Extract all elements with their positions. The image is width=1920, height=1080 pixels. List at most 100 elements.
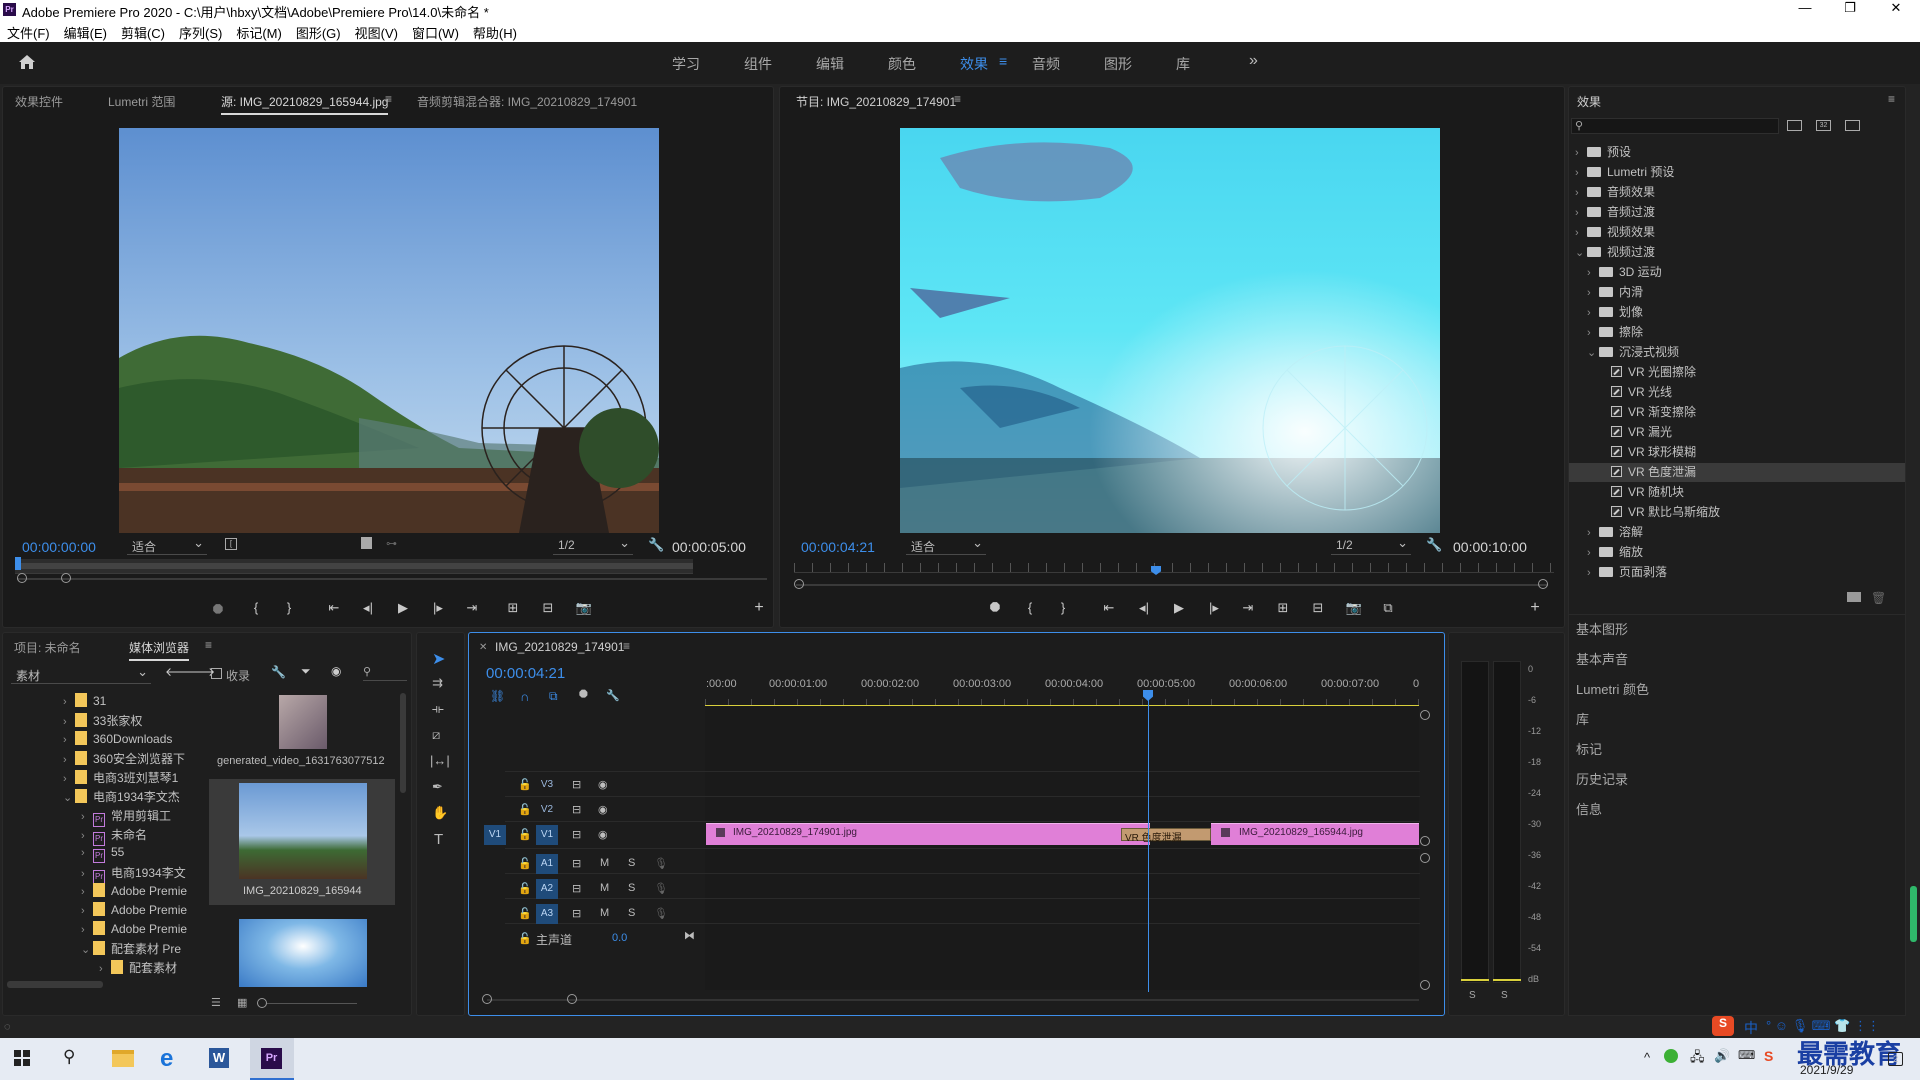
source-zoom-handle-left[interactable] <box>17 573 27 583</box>
sync-v1-icon[interactable]: ⊟ <box>572 828 581 841</box>
solo-a2-button[interactable]: S <box>628 882 635 894</box>
effects-folder[interactable]: ⌄ 视频过渡 <box>1569 243 1905 262</box>
media-tree-item[interactable]: › Pr 电商1934李文 <box>7 864 186 884</box>
effects-folder[interactable]: › 视频效果 <box>1569 223 1905 242</box>
effects-folder[interactable]: › 页面剥落 <box>1569 563 1905 582</box>
minimize-button[interactable]: — <box>1795 0 1815 15</box>
word-icon[interactable]: W <box>209 1048 229 1068</box>
overwrite-icon[interactable]: ⊟ <box>539 600 557 616</box>
menu-view[interactable]: 视图(V) <box>348 20 405 42</box>
clip-v1-first[interactable]: IMG_20210829_174901.jpg <box>706 823 1150 845</box>
source-settings-small-icon[interactable]: [ <box>225 538 237 550</box>
input-lang-icon[interactable]: ⌨ <box>1738 1048 1755 1062</box>
source-in-out-range[interactable] <box>15 563 693 569</box>
list-view-icon[interactable]: ☰ <box>211 996 221 1009</box>
chevron-right-icon[interactable]: › <box>81 811 93 823</box>
program-zoom-scrollbar[interactable] <box>796 584 1548 586</box>
menu-graphics[interactable]: 图形(G) <box>289 20 348 42</box>
chevron-right-icon[interactable]: › <box>1587 287 1599 299</box>
menu-help[interactable]: 帮助(H) <box>466 20 524 42</box>
accelerated-effects-icon[interactable] <box>1787 120 1802 131</box>
close-window-button[interactable]: ✕ <box>1886 0 1906 16</box>
source-zoom-handle-right[interactable] <box>61 573 71 583</box>
audio-scroll-handle-bottom[interactable] <box>1420 980 1430 990</box>
lock-v2-icon[interactable]: 🔓 <box>518 803 532 816</box>
nest-icon[interactable]: ⛓ <box>490 689 505 703</box>
chevron-right-icon[interactable]: › <box>1587 527 1599 539</box>
workspace-tab-libraries[interactable]: 库 <box>1176 54 1190 74</box>
program-step-back-icon[interactable]: ◂| <box>1135 600 1153 616</box>
effects-folder[interactable]: › 划像 <box>1569 303 1905 322</box>
media-tree-item[interactable]: ⌄ 电商1934李文杰 <box>7 788 180 807</box>
effect-item[interactable]: VR 光线 <box>1569 383 1905 402</box>
effects-folder[interactable]: › 3D 运动 <box>1569 263 1905 282</box>
media-tree-item[interactable]: › 31 <box>7 693 106 712</box>
lock-master-icon[interactable]: 🔓 <box>518 932 532 945</box>
timeline-zoom-handle-left[interactable] <box>482 994 492 1004</box>
lock-a2-icon[interactable]: 🔓 <box>518 882 532 895</box>
video-scroll-handle-bottom[interactable] <box>1420 836 1430 846</box>
drag-video-icon[interactable] <box>361 537 372 549</box>
program-export-frame-icon[interactable]: 📷 <box>1345 600 1363 616</box>
ripple-edit-tool-icon[interactable]: ⟛ <box>432 701 444 717</box>
location-dropdown[interactable]: 素材 <box>11 664 151 684</box>
panel-history[interactable]: 历史记录 <box>1576 769 1628 788</box>
menu-sequence[interactable]: 序列(S) <box>172 20 229 42</box>
track-a1-label[interactable]: A1 <box>536 854 558 874</box>
program-zoom-handle-right[interactable] <box>1538 579 1548 589</box>
panel-essential-graphics[interactable]: 基本图形 <box>1576 619 1628 638</box>
project-panel-menu-icon[interactable]: ≡ <box>205 638 212 652</box>
program-resolution-dropdown[interactable]: 1/2 <box>1331 535 1411 555</box>
yuv-effects-icon[interactable] <box>1845 120 1860 131</box>
chevron-right-icon[interactable]: › <box>1587 567 1599 579</box>
mic-a1-icon[interactable]: 🎙 <box>654 857 668 870</box>
drag-audio-icon[interactable]: ⊶ <box>386 537 397 550</box>
view-eye-icon[interactable]: ◉ <box>331 664 341 678</box>
delete-icon[interactable]: 🗑 <box>1871 591 1886 605</box>
chevron-right-icon[interactable]: › <box>81 868 93 880</box>
taskbar-search-icon[interactable]: ⚲ <box>63 1047 75 1067</box>
chevron-right-icon[interactable]: › <box>63 754 75 766</box>
video-scroll-handle-top[interactable] <box>1420 710 1430 720</box>
effect-item[interactable]: VR 随机块 <box>1569 483 1905 502</box>
media-tree-item[interactable]: › 配套素材 <box>7 959 177 978</box>
transition-vr-chroma-leak[interactable]: VR 色度泄漏 <box>1121 828 1211 844</box>
step-forward-icon[interactable]: |▸ <box>429 600 447 616</box>
workspace-tab-effects[interactable]: 效果 <box>960 54 988 74</box>
edge-icon[interactable]: e <box>160 1045 173 1073</box>
effects-folder[interactable]: › 溶解 <box>1569 523 1905 542</box>
program-wrench-icon[interactable]: 🔧 <box>1426 537 1442 553</box>
media-tree-item[interactable]: › 电商3班刘慧琴1 <box>7 769 178 788</box>
chevron-down-icon[interactable]: ⌄ <box>81 943 93 956</box>
selection-tool-icon[interactable]: ➤ <box>432 649 445 669</box>
program-add-button-icon[interactable]: + <box>1526 599 1544 617</box>
effects-folder[interactable]: › 擦除 <box>1569 323 1905 342</box>
program-monitor-title[interactable]: 节目: IMG_20210829_174901 <box>796 93 956 110</box>
eye-v3-icon[interactable]: ◉ <box>598 778 608 791</box>
source-zoom-scrollbar[interactable] <box>17 578 767 580</box>
timeline-zoom-handle-right[interactable] <box>567 994 577 1004</box>
thumb-img-165944[interactable]: IMG_20210829_165944 <box>209 779 395 905</box>
sequence-tab[interactable]: IMG_20210829_174901 <box>495 640 624 654</box>
source-add-button-icon[interactable]: + <box>750 599 768 617</box>
source-fit-dropdown[interactable]: 适合 <box>127 535 207 555</box>
panel-essential-sound[interactable]: 基本声音 <box>1576 649 1628 668</box>
menu-file[interactable]: 文件(F) <box>0 20 57 42</box>
effects-panel-title[interactable]: 效果 <box>1577 93 1601 110</box>
ime-s-icon[interactable]: S <box>1712 1016 1734 1036</box>
effect-item[interactable]: VR 光圈擦除 <box>1569 363 1905 382</box>
close-sequence-icon[interactable]: ✕ <box>479 642 487 653</box>
thumbnail-zoom-handle[interactable] <box>257 998 267 1008</box>
workspace-tab-editing[interactable]: 编辑 <box>816 54 844 74</box>
workspace-tab-graphics[interactable]: 图形 <box>1104 54 1132 74</box>
media-tree-item[interactable]: › 33张家权 <box>7 712 142 731</box>
media-tree-item[interactable]: › Pr 未命名 <box>7 826 147 846</box>
chevron-right-icon[interactable]: › <box>81 905 93 917</box>
program-fit-dropdown[interactable]: 适合 <box>906 535 986 555</box>
razor-tool-icon[interactable]: ⧄ <box>432 727 440 743</box>
source-resolution-dropdown[interactable]: 1/2 <box>553 535 633 555</box>
effect-item[interactable]: VR 渐变擦除 <box>1569 403 1905 422</box>
hand-tool-icon[interactable]: ✋ <box>432 805 448 821</box>
workspace-tab-color[interactable]: 颜色 <box>888 54 916 74</box>
effects-search-input[interactable]: ⚲ <box>1571 118 1779 134</box>
